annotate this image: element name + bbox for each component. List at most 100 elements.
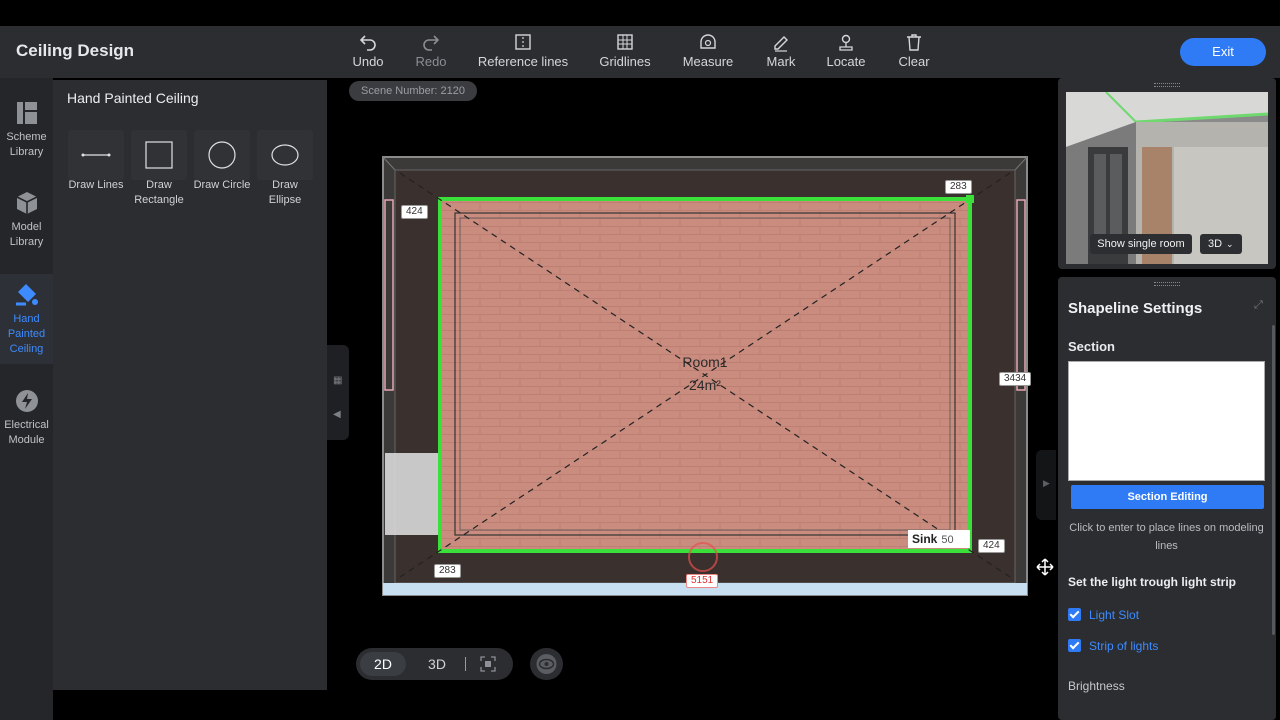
measure-label: Measure bbox=[682, 54, 734, 69]
circle-icon bbox=[208, 141, 236, 169]
hand-painted-panel: Hand Painted Ceiling Draw Lines Draw Rec… bbox=[53, 80, 327, 690]
mark-button[interactable]: Mark bbox=[762, 32, 800, 76]
measure-button[interactable]: Measure bbox=[680, 32, 736, 76]
rectangle-icon bbox=[145, 141, 173, 169]
view-mode-value: 3D bbox=[1208, 238, 1223, 250]
mark-label: Mark bbox=[766, 54, 796, 69]
sink-label[interactable]: Sink 50 bbox=[908, 530, 970, 548]
dimension-label[interactable]: 283 bbox=[945, 180, 972, 194]
sidebar-item-label: Hand Painted Ceiling bbox=[7, 313, 46, 355]
pen-icon bbox=[762, 32, 800, 54]
redo-label: Redo bbox=[415, 54, 447, 69]
paint-icon bbox=[15, 284, 38, 306]
reference-lines-label: Reference lines bbox=[477, 54, 569, 69]
brightness-label: Brightness bbox=[1068, 679, 1125, 693]
section-hint: Click to enter to place lines on modelin… bbox=[1069, 522, 1264, 552]
shapeline-settings-panel: Shapeline Settings ⤢ Section Section Edi… bbox=[1058, 277, 1276, 720]
drag-handle-icon[interactable] bbox=[1154, 282, 1180, 286]
lightning-icon bbox=[15, 390, 38, 412]
reference-lines-button[interactable]: Reference lines bbox=[476, 32, 570, 76]
checkbox-checked-icon bbox=[1068, 608, 1081, 621]
left-sidebar: Scheme Library Model Library Hand Painte… bbox=[0, 78, 53, 720]
gridlines-icon bbox=[597, 32, 653, 54]
section-preview[interactable] bbox=[1068, 361, 1265, 481]
line-icon bbox=[81, 153, 111, 157]
divider bbox=[465, 657, 466, 671]
visibility-button[interactable] bbox=[530, 648, 563, 680]
dimension-label[interactable]: 424 bbox=[401, 205, 428, 219]
reference-lines-icon bbox=[476, 32, 570, 54]
cube-icon bbox=[16, 192, 37, 214]
sink-name: Sink bbox=[912, 532, 938, 546]
checkbox-label: Light Slot bbox=[1089, 608, 1140, 622]
room-name: Room1 bbox=[682, 354, 728, 370]
sidebar-item-model-library[interactable]: Model Library bbox=[0, 190, 53, 260]
collapse-arrow-icon: ◀ bbox=[333, 409, 341, 420]
panel-collapse-tab[interactable]: ▦ ◀ bbox=[327, 345, 349, 440]
sidebar-item-label: Scheme Library bbox=[6, 131, 47, 158]
header-bar: Ceiling Design Undo Redo Reference lines… bbox=[0, 26, 1280, 78]
tool-label: Draw Circle bbox=[193, 179, 251, 191]
gridlines-button[interactable]: Gridlines bbox=[597, 32, 653, 76]
draw-rectangle-tool[interactable]: Draw Rectangle bbox=[130, 130, 188, 206]
scene-number: Scene Number: 2120 bbox=[349, 81, 477, 101]
section-label: Section bbox=[1068, 339, 1115, 354]
draw-ellipse-tool[interactable]: Draw Ellipse bbox=[256, 130, 314, 206]
checkbox-label: Strip of lights bbox=[1089, 639, 1159, 653]
show-single-room-button[interactable]: Show single room bbox=[1090, 234, 1192, 254]
locate-label: Locate bbox=[826, 54, 866, 69]
sidebar-item-electrical-module[interactable]: Electrical Module bbox=[0, 388, 53, 458]
view-2d-button[interactable]: 2D bbox=[360, 652, 406, 676]
dimension-label[interactable]: 424 bbox=[978, 539, 1005, 553]
fit-view-icon[interactable] bbox=[480, 656, 496, 672]
measure-icon bbox=[680, 32, 736, 54]
sidebar-item-label: Electrical Module bbox=[4, 419, 49, 446]
room-area: 24m² bbox=[689, 377, 721, 393]
gridlines-label: Gridlines bbox=[599, 54, 651, 69]
sidebar-item-label: Model Library bbox=[9, 221, 44, 248]
view-mode-toggle: 2D 3D bbox=[356, 648, 513, 680]
exit-button[interactable]: Exit bbox=[1180, 38, 1266, 66]
sink-value: 50 bbox=[941, 534, 954, 546]
eye-icon bbox=[536, 654, 557, 674]
sidebar-item-scheme-library[interactable]: Scheme Library bbox=[0, 100, 53, 170]
view-3d-button[interactable]: 3D bbox=[414, 652, 460, 676]
undo-label: Undo bbox=[352, 54, 384, 69]
settings-title: Shapeline Settings bbox=[1068, 300, 1203, 317]
dimension-label[interactable]: 3434 bbox=[999, 372, 1032, 386]
tool-label: Draw Rectangle bbox=[134, 179, 184, 206]
drag-handle-icon[interactable] bbox=[1154, 83, 1180, 87]
sidebar-item-hand-painted-ceiling[interactable]: Hand Painted Ceiling bbox=[0, 274, 53, 364]
panel-title: Hand Painted Ceiling bbox=[67, 90, 199, 106]
right-panel-tab[interactable]: ▶ bbox=[1036, 450, 1056, 520]
draw-lines-tool[interactable]: Draw Lines bbox=[67, 130, 125, 200]
light-slot-checkbox[interactable]: Light Slot bbox=[1068, 608, 1139, 624]
undo-icon bbox=[348, 32, 388, 54]
redo-icon bbox=[411, 32, 451, 54]
view-mode-dropdown[interactable]: 3D ⌄ bbox=[1200, 234, 1242, 254]
top-strip bbox=[0, 0, 1280, 26]
clear-button[interactable]: Clear bbox=[892, 32, 936, 76]
app-title: Ceiling Design bbox=[16, 41, 135, 60]
chevron-down-icon: ⌄ bbox=[1226, 239, 1234, 249]
settings-scrollbar[interactable] bbox=[1272, 325, 1275, 635]
trash-icon bbox=[892, 32, 936, 54]
locate-button[interactable]: Locate bbox=[824, 32, 868, 76]
scheme-library-icon bbox=[16, 102, 37, 124]
locate-icon bbox=[824, 32, 868, 54]
tool-label: Draw Lines bbox=[68, 179, 124, 191]
grid-handle-icon: ▦ bbox=[333, 375, 343, 386]
tool-label: Draw Ellipse bbox=[268, 179, 302, 206]
dimension-label[interactable]: 283 bbox=[434, 564, 461, 578]
light-trough-heading: Set the light trough light strip bbox=[1068, 575, 1236, 589]
clear-label: Clear bbox=[898, 54, 930, 69]
redo-button[interactable]: Redo bbox=[411, 32, 451, 76]
strip-of-lights-checkbox[interactable]: Strip of lights bbox=[1068, 639, 1158, 655]
draw-circle-tool[interactable]: Draw Circle bbox=[193, 130, 251, 200]
dimension-label[interactable]: 5151 bbox=[686, 574, 719, 588]
expand-icon[interactable]: ⤢ bbox=[1254, 299, 1266, 311]
section-editing-button[interactable]: Section Editing bbox=[1071, 485, 1264, 509]
undo-button[interactable]: Undo bbox=[348, 32, 388, 76]
ceiling-design-app: Ceiling Design Undo Redo Reference lines… bbox=[0, 0, 1280, 720]
expand-arrow-icon: ▶ bbox=[1043, 478, 1050, 488]
